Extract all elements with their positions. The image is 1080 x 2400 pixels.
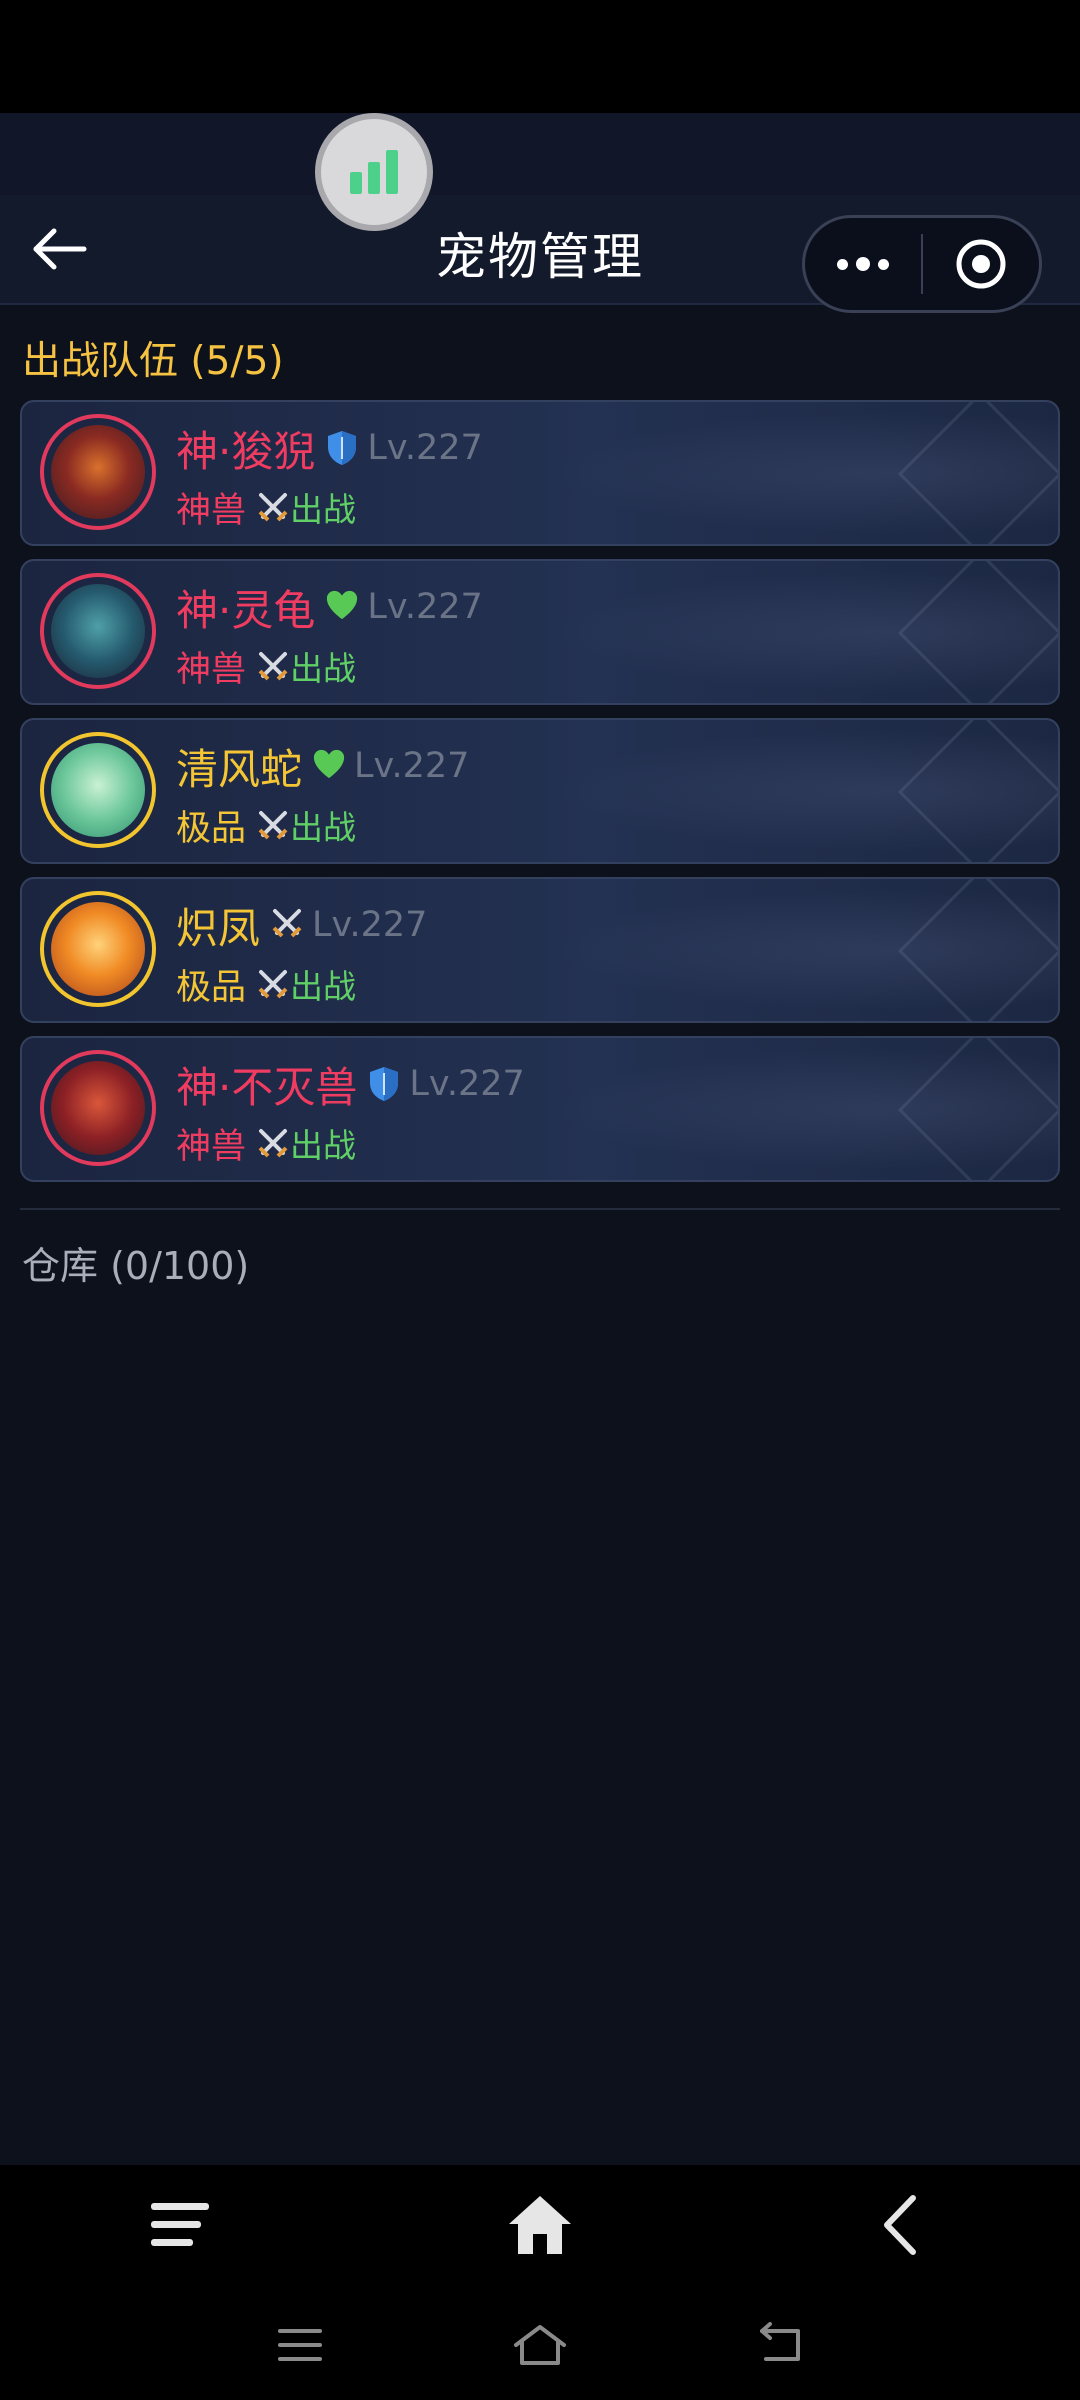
recent-apps-icon [278,2329,322,2361]
chevron-left-icon [884,2195,916,2255]
pet-level: Lv.227 [312,905,428,945]
pet-level: Lv.227 [367,587,483,627]
pet-card[interactable]: 炽凤 Lv.227 极品 出战 [20,877,1060,1023]
system-home-button[interactable] [500,2312,580,2378]
pet-card[interactable]: 神·不灭兽 Lv.227 神兽 出战 [20,1036,1060,1182]
pet-card[interactable]: 神·狻猊 Lv.227 神兽 出战 [20,400,1060,546]
battle-status: 出战 [290,808,357,847]
section-divider [20,1208,1060,1210]
crossed-swords-icon [256,967,290,1001]
menu-button[interactable] [135,2185,225,2265]
browser-nav-bar [0,2165,1080,2290]
pet-name: 神·不灭兽 [176,1062,358,1112]
heart-icon [325,588,359,626]
pet-avatar [40,573,156,689]
hamburger-menu-icon [151,2203,209,2246]
pet-avatar [40,891,156,1007]
pet-level: Lv.227 [354,746,470,786]
crossed-swords-icon [256,808,290,842]
battle-status: 出战 [290,1126,357,1165]
heart-icon [312,747,346,785]
header-bar: 宠物管理 [0,195,1080,313]
warehouse-section-title: 仓库 (0/100) [22,1244,250,1288]
outline-home-icon [514,2325,566,2365]
pet-avatar [40,414,156,530]
crossed-swords-icon [256,649,290,683]
recent-apps-button[interactable] [260,2312,340,2378]
bar-chart-icon [350,150,398,194]
crossed-swords-icon [270,906,304,944]
more-button[interactable] [805,218,921,310]
shield-icon [367,1065,401,1103]
team-list: 神·狻猊 Lv.227 神兽 出战 神·灵龟 Lv.227 神兽 出战 清风蛇 … [20,400,1060,1195]
pet-name: 神·狻猊 [176,426,316,476]
top-band [0,113,1080,195]
pet-avatar [40,1050,156,1166]
battle-status: 出战 [290,649,357,688]
pet-rarity: 极品 [176,808,247,849]
floating-stats-button[interactable] [315,113,433,231]
pet-card[interactable]: 神·灵龟 Lv.227 神兽 出战 [20,559,1060,705]
pet-avatar [40,732,156,848]
more-dots-icon [856,257,870,271]
pet-name: 炽凤 [176,903,261,953]
target-circle-icon [956,239,1006,289]
pet-rarity: 神兽 [176,1126,247,1167]
pet-level: Lv.227 [409,1064,525,1104]
pet-rarity: 极品 [176,967,247,1008]
system-back-button[interactable] [740,2312,820,2378]
home-icon [509,2196,571,2254]
pet-rarity: 神兽 [176,649,247,690]
battle-status: 出战 [290,490,357,529]
pet-name: 清风蛇 [176,744,303,794]
close-miniprogram-button[interactable] [923,218,1039,310]
shield-icon [325,429,359,467]
return-arrow-icon [760,2322,800,2361]
back-nav-button[interactable] [855,2185,945,2265]
pet-name: 神·灵龟 [176,585,316,635]
status-bar [0,0,1080,113]
battle-status: 出战 [290,967,357,1006]
crossed-swords-icon [256,490,290,524]
crossed-swords-icon [256,1126,290,1160]
team-section-title: 出战队伍 (5/5) [22,339,284,384]
pet-level: Lv.227 [367,428,483,468]
miniprogram-capsule [802,215,1042,313]
home-button[interactable] [495,2185,585,2265]
pet-rarity: 神兽 [176,490,247,531]
pet-card[interactable]: 清风蛇 Lv.227 极品 出战 [20,718,1060,864]
system-nav-bar [0,2290,1080,2400]
